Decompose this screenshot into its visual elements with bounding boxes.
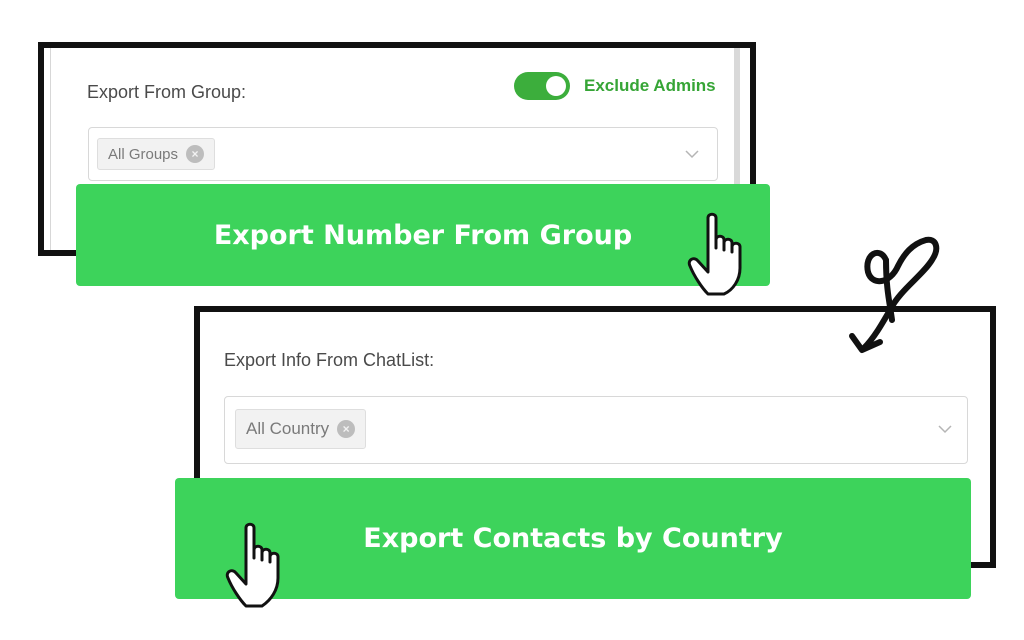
export-number-from-group-button[interactable]: Export Number From Group (76, 184, 770, 286)
curved-arrow-icon (849, 236, 940, 353)
export-contacts-by-country-label: Export Contacts by Country (363, 523, 783, 554)
all-country-tag: All Country × (235, 409, 367, 449)
chevron-down-icon[interactable] (684, 148, 700, 160)
hand-pointer-icon (225, 522, 280, 608)
chevron-down-icon[interactable] (937, 423, 953, 435)
all-groups-tag-label: All Groups (108, 145, 179, 163)
all-country-tag-label: All Country (246, 419, 330, 438)
all-groups-tag: All Groups × (97, 138, 216, 170)
export-number-from-group-label: Export Number From Group (213, 219, 633, 251)
toggle-knob (546, 76, 566, 96)
toggle-switch-icon[interactable] (514, 72, 570, 100)
export-from-group-label: Export From Group: (87, 82, 247, 102)
country-select[interactable]: All Country × (224, 396, 968, 464)
group-select[interactable]: All Groups × (88, 127, 718, 181)
exclude-admins-control[interactable]: Exclude Admins (514, 72, 716, 100)
exclude-admins-label: Exclude Admins (584, 76, 716, 95)
export-info-from-chatlist-label: Export Info From ChatList: (224, 350, 435, 370)
close-circle-icon[interactable]: × (186, 145, 205, 163)
hand-pointer-icon (687, 212, 742, 296)
close-circle-icon[interactable]: × (337, 420, 356, 438)
